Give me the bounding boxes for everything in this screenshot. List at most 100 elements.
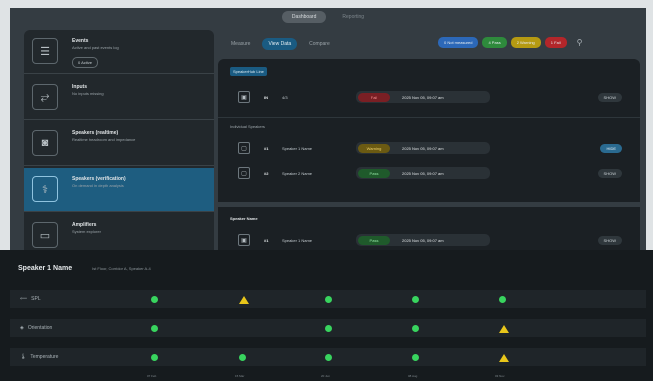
speaker-icon: ◙	[32, 130, 58, 156]
hide-button[interactable]: HIDE	[600, 143, 622, 153]
row-name: Speaker 1 Name	[282, 237, 313, 243]
status-cell: Fail 2025 Nov 05, 09:07 am	[356, 91, 490, 103]
speaker-group-icon: ▣	[238, 91, 250, 103]
axis-tick-label: 15 Mar	[235, 374, 245, 378]
view-tabs: Measure View Data Compare	[225, 38, 336, 50]
filter-warning[interactable]: 2 Warning	[510, 37, 541, 48]
status-badge: Warning	[358, 143, 390, 153]
filter-not-measured[interactable]: 0 Not measured	[438, 37, 479, 48]
filter-fail[interactable]: 1 Fail	[544, 37, 567, 48]
sidebar-item-speakers-realtime[interactable]: ◙ Speakers (realtime) Realtime headroom …	[24, 122, 214, 166]
status-badge: Pass	[358, 168, 390, 178]
pass-dot	[151, 296, 158, 303]
row-name: Speaker 2 Name	[282, 170, 313, 176]
list-icon: ☰	[32, 38, 58, 64]
section-label-speaker-name: Speaker Name	[230, 216, 258, 221]
divider	[218, 202, 640, 207]
pass-dot	[239, 354, 246, 361]
active-count-badge: 0 Active	[72, 57, 99, 68]
row-name: Speaker 1 Name	[282, 145, 313, 151]
warning-icon	[499, 325, 509, 333]
sidebar: ☰ Events Active and past events log 0 Ac…	[24, 30, 214, 256]
sidebar-item-title: Events	[72, 38, 89, 44]
metric-label: ⟸ SPL	[20, 296, 41, 302]
pass-dot	[325, 354, 332, 361]
spl-icon: ⟸	[20, 296, 28, 302]
pass-dot	[325, 325, 332, 332]
sidebar-item-subtitle: Realtime headroom and impedance	[72, 137, 136, 142]
status-cell: Pass 2025 Nov 05, 09:07 am	[356, 234, 490, 246]
row-number: #2	[264, 170, 269, 176]
table-row[interactable]: ▣ #1 Speaker 1 Name Pass 2025 Nov 05, 09…	[224, 228, 634, 252]
axis-tick-label: 03 Nov	[495, 374, 505, 378]
tab-reporting[interactable]: Reporting	[332, 11, 374, 23]
sidebar-item-subtitle: On demand in depth analysis	[72, 183, 124, 188]
pass-dot	[412, 296, 419, 303]
show-button[interactable]: SHOW	[597, 92, 622, 102]
tab-compare[interactable]: Compare	[303, 38, 336, 50]
show-button[interactable]: SHOW	[597, 168, 622, 178]
metric-label: ◈ Orientation	[20, 325, 52, 331]
status-badge: Pass	[358, 235, 390, 245]
row-number: #1	[264, 145, 269, 151]
section-label-speakerhub: SpeakerHub Line	[230, 67, 267, 76]
tab-view-data[interactable]: View Data	[262, 38, 298, 50]
timestamp: 2025 Nov 05, 09:07 am	[402, 237, 444, 243]
metric-label-text: Temperature	[30, 354, 59, 360]
speaker-group-icon: ▣	[238, 234, 250, 246]
section-label-individual: Individual Speakers	[230, 124, 265, 129]
row-number: #1	[264, 237, 269, 243]
axis-tick-label: 20 Jun	[321, 374, 331, 378]
detail-header: Speaker 1 Name Ist Floor, Corridor A, Sp…	[18, 265, 151, 272]
timestamp: 2025 Nov 05, 09:07 am	[402, 145, 444, 151]
table-row[interactable]: ▢ #1 Speaker 1 Name Warning 2025 Nov 05,…	[224, 136, 634, 160]
stethoscope-icon: ⚕	[32, 176, 58, 202]
speaker-detail-panel: Speaker 1 Name Ist Floor, Corridor A, Sp…	[0, 250, 653, 381]
pass-dot	[412, 354, 419, 361]
amplifier-icon: ▭	[32, 222, 58, 248]
status-cell: Pass 2025 Nov 05, 09:07 am	[356, 167, 490, 179]
speaker-results-panel: SpeakerHub Line ▣ IN 4/3 Fail 2025 Nov 0…	[218, 59, 640, 256]
orientation-icon: ◈	[20, 325, 24, 331]
sidebar-item-title: Amplifiers	[72, 222, 97, 228]
pass-dot	[151, 325, 158, 332]
top-tab-bar: Dashboard Reporting	[10, 8, 646, 26]
tab-dashboard[interactable]: Dashboard	[281, 11, 327, 23]
table-row[interactable]: ▢ #2 Speaker 2 Name Pass 2025 Nov 05, 09…	[224, 161, 634, 185]
metric-label: 🌡 Temperature	[20, 354, 58, 360]
search-icon[interactable]: ⚲	[577, 38, 583, 47]
pass-dot	[499, 296, 506, 303]
status-cell: Warning 2025 Nov 05, 09:07 am	[356, 142, 490, 154]
pass-dot	[412, 325, 419, 332]
timestamp: 2025 Nov 05, 09:07 am	[402, 170, 444, 176]
pass-dot	[325, 296, 332, 303]
sidebar-item-inputs[interactable]: ⥂ Inputs No inputs missing	[24, 76, 214, 120]
tab-measure[interactable]: Measure	[225, 38, 256, 50]
sidebar-item-subtitle: Active and past events log	[72, 45, 119, 50]
warning-icon	[239, 296, 249, 304]
speaker-icon: ▢	[238, 167, 250, 179]
sidebar-item-title: Speakers (verification)	[72, 176, 126, 182]
row-name: 4/3	[282, 94, 288, 100]
photo-frame: Dashboard Reporting ☰ Events Active and …	[0, 0, 653, 381]
speaker-name: Speaker 1 Name	[18, 265, 73, 272]
table-row[interactable]: ▣ IN 4/3 Fail 2025 Nov 05, 09:07 am SHOW	[224, 85, 634, 109]
status-filters: 0 Not measured 4 Pass 2 Warning 1 Fail ⚲	[438, 37, 582, 48]
filter-pass[interactable]: 4 Pass	[482, 37, 507, 48]
sidebar-item-title: Inputs	[72, 84, 87, 90]
sidebar-item-events[interactable]: ☰ Events Active and past events log 0 Ac…	[24, 30, 214, 74]
divider	[218, 117, 640, 118]
input-icon: ⥂	[32, 84, 58, 110]
metric-label-text: SPL	[31, 296, 41, 302]
timestamp: 2025 Nov 05, 09:07 am	[402, 94, 444, 100]
sidebar-item-speakers-verification[interactable]: ⚕ Speakers (verification) On demand in d…	[24, 168, 214, 212]
row-number: IN	[264, 94, 268, 100]
metric-label-text: Orientation	[27, 325, 53, 331]
axis-tick-label: 08 Aug	[408, 374, 418, 378]
sidebar-item-title: Speakers (realtime)	[72, 130, 119, 136]
pass-dot	[151, 354, 158, 361]
axis-tick-label: 07 Feb	[147, 374, 157, 378]
show-button[interactable]: SHOW	[597, 235, 622, 245]
sidebar-item-subtitle: System explorer	[72, 229, 101, 234]
speaker-location: Ist Floor, Corridor A, Speaker A-4	[92, 266, 151, 271]
